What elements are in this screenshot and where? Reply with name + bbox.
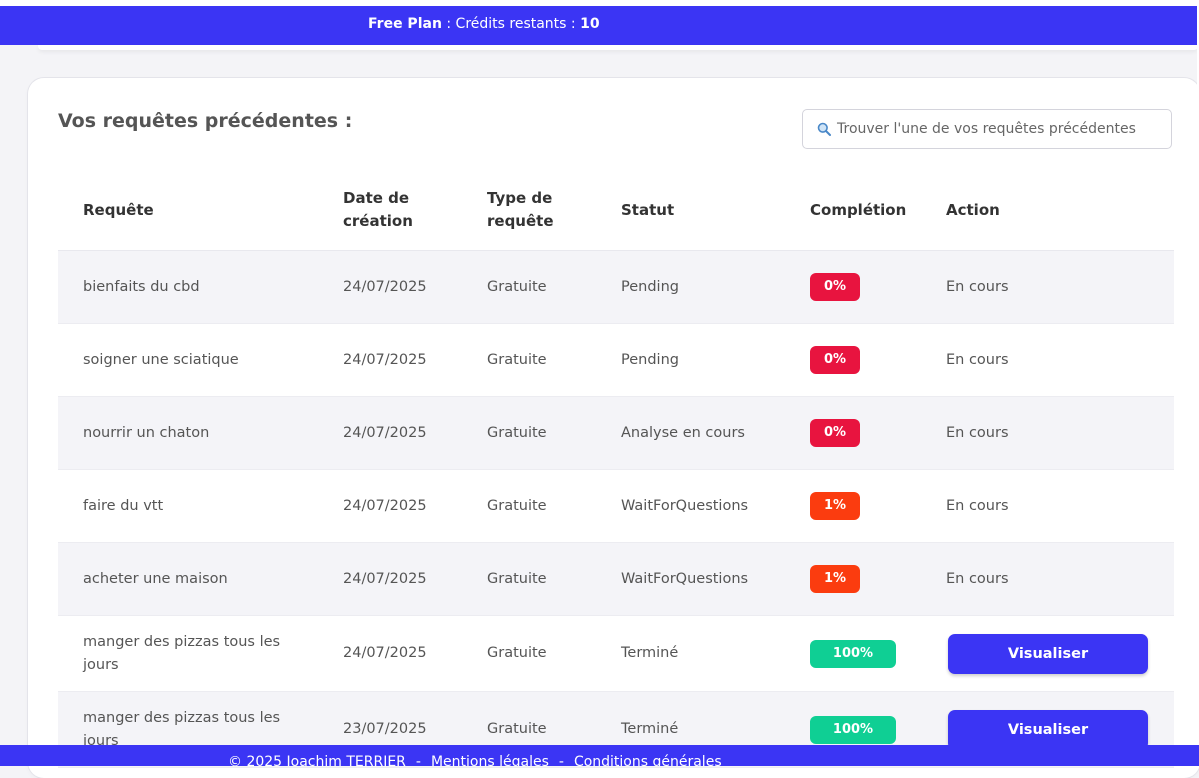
cell-type: Gratuite — [487, 424, 547, 441]
footer-links: © 2025 Joachim TERRIER - Mentions légales -… — [228, 754, 722, 766]
cell-type: Gratuite — [487, 351, 547, 368]
column-header-type: Type de requête — [487, 189, 554, 230]
cell-request: faire du vtt — [83, 497, 164, 514]
cell-status: Pending — [621, 278, 679, 295]
column-header-request: Requête — [83, 200, 154, 219]
cell-date: 24/07/2025 — [343, 645, 427, 661]
cell-status: Terminé — [621, 645, 679, 661]
cell-action: En cours — [946, 424, 1009, 441]
search-icon — [817, 122, 831, 136]
cell-action: En cours — [946, 278, 1009, 295]
cell-completion: 1% — [810, 543, 860, 615]
cell-status: WaitForQuestions — [621, 570, 749, 587]
history-card: Vos requêtes précédentes : Trouver l'une… — [28, 78, 1199, 778]
table-row: soigner une sciatique 24/07/2025 Gratuit… — [58, 324, 1174, 397]
cell-date: 24/07/2025 — [343, 351, 427, 368]
cell-request: nourrir un chaton — [83, 424, 210, 441]
completion-badge: 100% — [810, 639, 896, 668]
copyright-text: © 2025 Joachim TERRIER — [228, 754, 406, 766]
footer: © 2025 Joachim TERRIER - Mentions légales -… — [0, 745, 1199, 766]
cell-date: 24/07/2025 — [343, 497, 427, 514]
column-header-action: Action — [946, 200, 1000, 219]
cell-completion: 0% — [810, 251, 860, 323]
cell-action: Visualiser — [946, 616, 1148, 691]
requests-table: Requête Date de création Type de requête… — [58, 170, 1174, 768]
credits-text: Free Plan : Crédits restants : 10 — [368, 16, 600, 32]
footer-separator: - — [558, 754, 564, 766]
footer-separator: - — [415, 754, 421, 766]
column-header-status: Statut — [621, 200, 675, 219]
cell-completion: 0% — [810, 397, 860, 469]
credits-label: : Crédits restants : — [441, 16, 581, 32]
completion-badge: 1% — [810, 565, 860, 593]
table-row: manger des pizzas tous les jours 24/07/2… — [58, 616, 1174, 692]
cell-status: Pending — [621, 351, 679, 368]
cell-action: En cours — [946, 497, 1009, 514]
completion-badge: 0% — [810, 273, 860, 301]
plan-label: Free Plan — [368, 16, 442, 32]
cell-status: WaitForQuestions — [621, 497, 749, 514]
view-button[interactable]: Visualiser — [948, 709, 1148, 750]
cell-request: bienfaits du cbd — [83, 278, 200, 295]
header-shadow — [38, 45, 1198, 50]
credits-value: 10 — [580, 16, 600, 32]
completion-badge: 0% — [810, 346, 860, 374]
cell-request: manger des pizzas tous les jours — [83, 633, 281, 673]
cell-action: En cours — [946, 570, 1009, 587]
cell-request: soigner une sciatique — [83, 351, 239, 368]
view-button[interactable]: Visualiser — [948, 633, 1148, 674]
column-header-created: Date de création — [343, 189, 413, 230]
credits-banner: Free Plan : Crédits restants : 10 — [0, 6, 1199, 45]
terms-link[interactable]: Conditions générales — [574, 754, 722, 766]
cell-type: Gratuite — [487, 645, 547, 661]
cell-date: 24/07/2025 — [343, 570, 427, 587]
search-placeholder: Trouver l'une de vos requêtes précédente… — [837, 121, 1136, 137]
completion-badge: 100% — [810, 715, 896, 744]
legal-link[interactable]: Mentions légales — [431, 754, 549, 766]
column-header-completion: Complétion — [810, 200, 907, 219]
table-header: Requête Date de création Type de requête… — [58, 170, 1174, 251]
page-title: Vos requêtes précédentes : — [58, 110, 353, 132]
cell-request: acheter une maison — [83, 570, 228, 587]
table-row: bienfaits du cbd 24/07/2025 Gratuite Pen… — [58, 251, 1174, 324]
cell-completion: 1% — [810, 470, 860, 542]
cell-date: 24/07/2025 — [343, 278, 427, 295]
cell-type: Gratuite — [487, 570, 547, 587]
cell-completion: 0% — [810, 324, 860, 396]
cell-action: En cours — [946, 351, 1009, 368]
search-input[interactable]: Trouver l'une de vos requêtes précédente… — [802, 109, 1172, 149]
table-row: faire du vtt 24/07/2025 Gratuite WaitFor… — [58, 470, 1174, 543]
cell-date: 24/07/2025 — [343, 424, 427, 441]
table-row: acheter une maison 24/07/2025 Gratuite W… — [58, 543, 1174, 616]
completion-badge: 1% — [810, 492, 860, 520]
cell-completion: 100% — [810, 616, 896, 691]
cell-status: Analyse en cours — [621, 424, 745, 441]
table-row: nourrir un chaton 24/07/2025 Gratuite An… — [58, 397, 1174, 470]
cell-type: Gratuite — [487, 497, 547, 514]
completion-badge: 0% — [810, 419, 860, 447]
cell-type: Gratuite — [487, 278, 547, 295]
